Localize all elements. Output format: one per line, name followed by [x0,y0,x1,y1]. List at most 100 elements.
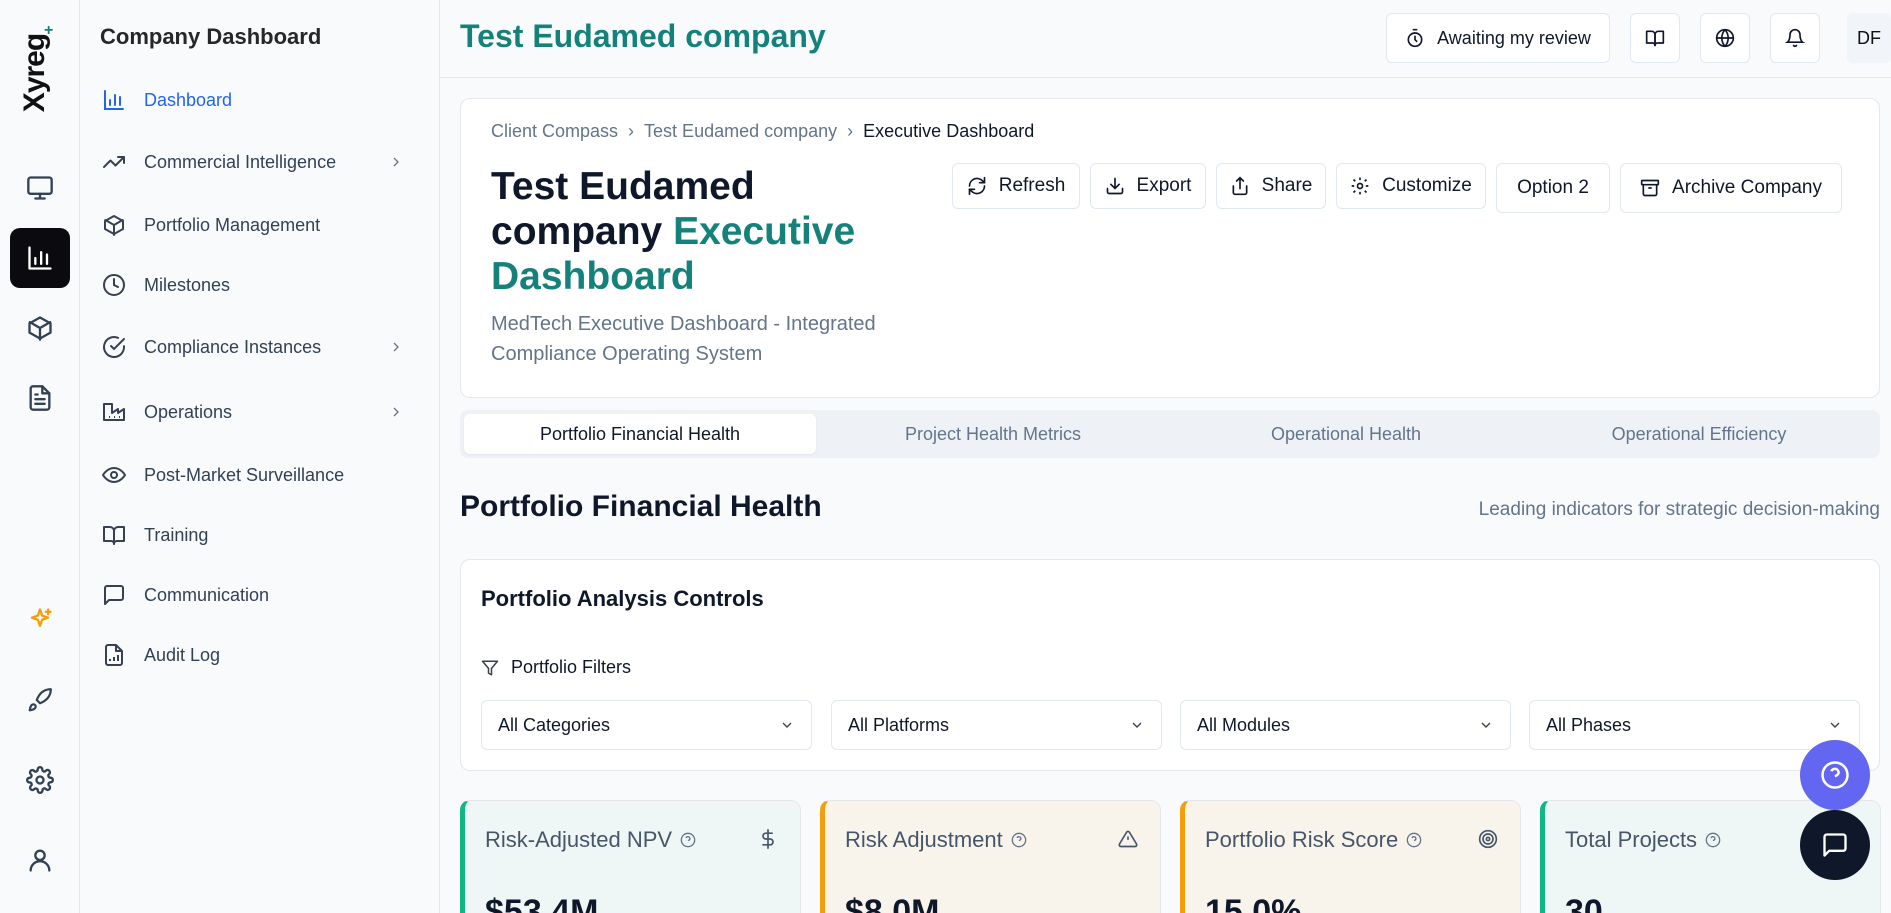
user-avatar[interactable]: DF [1847,13,1891,63]
user-icon [29,849,51,872]
globe-icon [1715,28,1735,48]
module-select-value: All Modules [1197,714,1291,735]
help-assistant-button[interactable] [1800,740,1870,810]
sidebar-item-post-market-surveillance[interactable]: Post-Market Surveillance [100,453,416,497]
controls-title: Portfolio Analysis Controls [481,586,764,611]
package-icon [28,316,52,341]
metric-card-risk-adjustment: Risk Adjustment $8.0M [820,800,1161,913]
metric-label: Total Projects [1565,827,1698,852]
sidebar-item-label: Communication [144,584,270,605]
tab-project-health-metrics[interactable]: Project Health Metrics [817,414,1169,454]
timer-icon [1407,28,1423,48]
platform-select[interactable]: All Platforms [831,700,1162,750]
rail-document-button[interactable] [10,368,70,428]
sidebar-item-dashboard[interactable]: Dashboard [100,78,416,122]
metric-label: Risk Adjustment [845,827,1003,852]
bar-chart-icon [28,246,52,270]
sidebar-item-label: Portfolio Management [144,214,321,235]
metric-card-portfolio-risk-score: Portfolio Risk Score 15.0% [1180,800,1521,913]
chat-icon [1823,833,1847,857]
archive-company-button[interactable]: Archive Company [1620,163,1842,213]
docs-button[interactable] [1630,13,1680,63]
rail-profile-button[interactable] [10,830,70,890]
refresh-button[interactable]: Refresh [952,163,1080,209]
logo-wordmark: Xyreg [18,33,52,113]
dashboard-header-card: Client Compass › Test Eudamed company › … [460,98,1880,398]
sidebar-item-label: Commercial Intelligence [144,151,337,172]
rail-dashboard-button[interactable] [10,228,70,288]
sidebar-item-audit-log[interactable]: Audit Log [100,633,416,677]
metric-title: Risk Adjustment [845,827,1027,853]
help-circle-icon[interactable] [1406,832,1422,848]
rail-package-button[interactable] [10,298,70,358]
section-title: Portfolio Financial Health [460,490,822,523]
file-chart-icon [100,641,128,669]
module-select[interactable]: All Modules [1180,700,1511,750]
metric-title: Portfolio Risk Score [1205,827,1422,853]
tab-portfolio-financial-health[interactable]: Portfolio Financial Health [464,414,816,454]
book-open-icon [1645,30,1665,47]
notifications-button[interactable] [1770,13,1820,63]
option-2-button[interactable]: Option 2 [1496,163,1610,213]
rocket-icon [28,688,52,712]
message-icon [100,581,128,609]
export-button[interactable]: Export [1090,163,1206,209]
chevron-right-icon [388,404,404,420]
sidebar-item-milestones[interactable]: Milestones [100,263,416,307]
target-icon [1478,829,1498,849]
refresh-label: Refresh [998,175,1066,196]
metric-title: Risk-Adjusted NPV [485,827,696,853]
sidebar-item-commercial-intelligence[interactable]: Commercial Intelligence [100,140,416,184]
dollar-icon [758,829,778,849]
metric-value: $53.4M [485,893,599,913]
rail-launch-button[interactable] [10,670,70,730]
category-select[interactable]: All Categories [481,700,812,750]
sidebar-item-label: Audit Log [144,644,221,665]
breadcrumb-link[interactable]: Client Compass [491,121,618,142]
xyreg-logo[interactable]: Xyreg + [18,22,58,112]
icon-rail: Xyreg + [0,0,80,913]
metric-value: 15.0% [1205,893,1302,913]
sidebar-item-operations[interactable]: Operations [100,390,416,434]
metric-title: Total Projects [1565,827,1721,853]
help-circle-icon[interactable] [680,832,696,848]
sidebar-item-compliance-instances[interactable]: Compliance Instances [100,325,416,369]
sidebar-item-label: Operations [144,401,233,422]
sidebar-item-label: Dashboard [144,89,233,110]
breadcrumb-link[interactable]: Test Eudamed company [644,121,837,142]
logo-plus-icon: + [44,22,54,39]
sidebar-item-portfolio-management[interactable]: Portfolio Management [100,203,416,247]
top-header: Test Eudamed company Awaiting my review … [440,0,1891,78]
export-label: Export [1136,175,1192,196]
archive-icon [1640,178,1660,198]
factory-icon [100,398,128,426]
chevron-right-icon [388,154,404,170]
chevron-down-icon [1827,717,1843,733]
tab-operational-health[interactable]: Operational Health [1170,414,1522,454]
rail-ai-button[interactable] [10,590,70,650]
page-title: Test Eudamed company Executive Dashboard [491,164,911,299]
rail-settings-button[interactable] [10,750,70,810]
help-circle-icon[interactable] [1011,832,1027,848]
metric-value: $8.0M [845,893,940,913]
bar-chart-icon [100,86,128,114]
awaiting-review-label: Awaiting my review [1437,27,1591,48]
sidebar-item-label: Training [144,524,209,545]
sidebar-item-training[interactable]: Training [100,513,416,557]
customize-button[interactable]: Customize [1336,163,1486,209]
section-note: Leading indicators for strategic decisio… [1478,499,1880,520]
help-circle-icon[interactable] [1705,832,1721,848]
alert-triangle-icon [1118,829,1138,849]
dashboard-tabs: Portfolio Financial Health Project Healt… [460,410,1880,458]
book-open-icon [100,521,128,549]
phase-select[interactable]: All Phases [1529,700,1860,750]
awaiting-review-button[interactable]: Awaiting my review [1386,13,1610,63]
share-button[interactable]: Share [1216,163,1326,209]
tab-operational-efficiency[interactable]: Operational Efficiency [1523,414,1875,454]
rail-monitor-button[interactable] [10,158,70,218]
package-icon [100,211,128,239]
sidebar-item-communication[interactable]: Communication [100,573,416,617]
language-button[interactable] [1700,13,1750,63]
sparkles-icon [30,608,52,627]
chat-button[interactable] [1800,810,1870,880]
